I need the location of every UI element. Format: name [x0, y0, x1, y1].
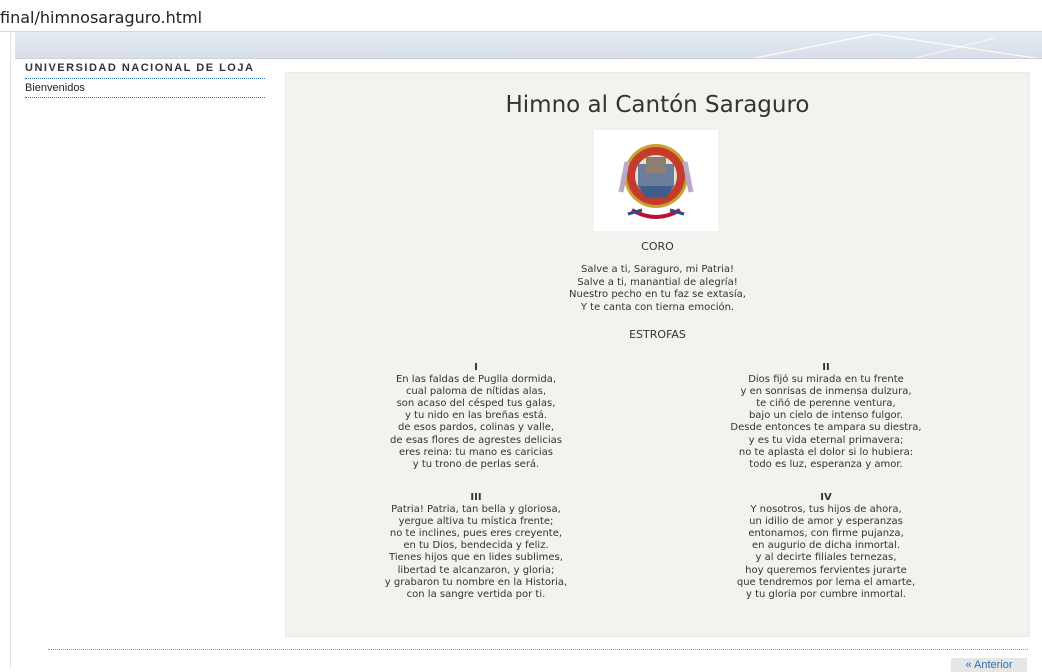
stanza-2: II Dios fijó su mirada en tu frente y en…: [696, 362, 956, 471]
stanza-line: son acaso del césped tus galas,: [396, 398, 556, 410]
stanza-line: y tu nido en las breñas está.: [404, 410, 548, 422]
stanza-line: En las faldas de Puglla dormida,: [395, 374, 557, 386]
coro-lines: Salve a ti, Saraguro, mi Patria! Salve a…: [286, 264, 1029, 314]
stanza-1: I En las faldas de Puglla dormida, cual …: [346, 362, 606, 471]
stanza-line: que tendremos por lema el amarte,: [736, 576, 916, 588]
left-rail: [0, 32, 11, 669]
page-title: Himno al Cantón Saraguro: [505, 92, 810, 118]
stanza-line: y grabaron tu nombre en la Historia,: [384, 576, 568, 588]
stanza-line: Patria! Patria, tan bella y gloriosa,: [391, 504, 561, 516]
stanza-line: te ciñó de perenne ventura,: [756, 398, 896, 410]
stanza-line: bajo un cielo de intenso fulgor.: [748, 410, 904, 422]
stanza-line: y tu gloria por cumbre inmortal.: [746, 588, 906, 600]
stanza-line: de esas flores de agrestes delicias: [390, 434, 562, 446]
stanza-number: III: [470, 492, 482, 503]
stanza-number: II: [822, 362, 830, 373]
stanza-line: de esos pardos, colinas y valle,: [397, 422, 555, 434]
org-name: Universidad Nacional de Loja: [25, 60, 265, 79]
footer-divider: [48, 649, 1028, 650]
stanza-4: IV Y nosotros, tus hijos de ahora, un id…: [696, 492, 956, 601]
previous-page-link[interactable]: « Anterior: [951, 658, 1027, 672]
stanza-line: en tu Dios, bendecida y feliz.: [403, 540, 549, 552]
stanza-line: y es tu vida eternal primavera;: [748, 434, 904, 446]
stanza-line: con la sangre vertida por ti.: [406, 588, 546, 600]
coro-line: Y te canta con tierna emoción.: [580, 301, 735, 313]
stanza-3: III Patria! Patria, tan bella y gloriosa…: [346, 492, 606, 601]
stanza-line: libertad te alcanzaron, y gloria;: [397, 564, 555, 576]
stanza-line: un idilio de amor y esperanzas: [749, 516, 903, 528]
stanza-line: no te inclines, pues eres creyente,: [389, 528, 563, 540]
stanza-line: todo es luz, esperanza y amor.: [749, 458, 903, 470]
coro-line: Nuestro pecho en tu faz se extasía,: [569, 289, 746, 300]
coro-heading: CORO: [641, 240, 674, 253]
stanza-line: no te aplasta el dolor si lo hubiera:: [738, 446, 914, 458]
stanza-line: cual paloma de nítidas alas,: [405, 386, 547, 398]
sidebar: Universidad Nacional de Loja Bienvenidos: [25, 60, 265, 98]
address-bar[interactable]: final/himnosaraguro.html: [0, 0, 1042, 32]
stanza-line: yergue altiva tu mística frente;: [398, 516, 554, 528]
address-path: final/himnosaraguro.html: [0, 8, 203, 27]
stanza-line: entonamos, con firme pujanza,: [748, 528, 904, 540]
stanza-line: Y nosotros, tus hijos de ahora,: [750, 504, 902, 516]
stanza-line: hoy queremos fervientes jurarte: [745, 564, 907, 576]
hymn-content: Himno al Cantón Saraguro CORO Salve a ti…: [285, 72, 1030, 637]
coro-line: Salve a ti, Saraguro, mi Patria!: [581, 264, 734, 275]
stanza-line: Desde entonces te ampara su diestra,: [730, 422, 922, 434]
sidebar-item-bienvenidos[interactable]: Bienvenidos: [25, 79, 265, 98]
stanza-line: en augurio de dicha inmortal.: [751, 540, 901, 552]
coat-of-arms-icon: [594, 130, 718, 231]
stanza-line: Tienes hijos que en lides sublimes,: [389, 552, 563, 564]
stanza-line: y en sonrisas de inmensa dulzura,: [740, 386, 912, 398]
stanza-line: y tu trono de perlas será.: [412, 458, 540, 470]
header-banner: [15, 32, 1042, 59]
stanza-line: y al decirte filiales ternezas,: [755, 552, 897, 564]
stanza-number: IV: [820, 492, 832, 503]
stanza-line: Dios fijó su mirada en tu frente: [748, 374, 904, 386]
coro-line: Salve a ti, manantial de alegría!: [577, 276, 738, 288]
stanza-number: I: [474, 362, 478, 373]
stanza-line: eres reina: tu mano es caricias: [398, 446, 554, 458]
estrofas-heading: ESTROFAS: [629, 328, 686, 341]
